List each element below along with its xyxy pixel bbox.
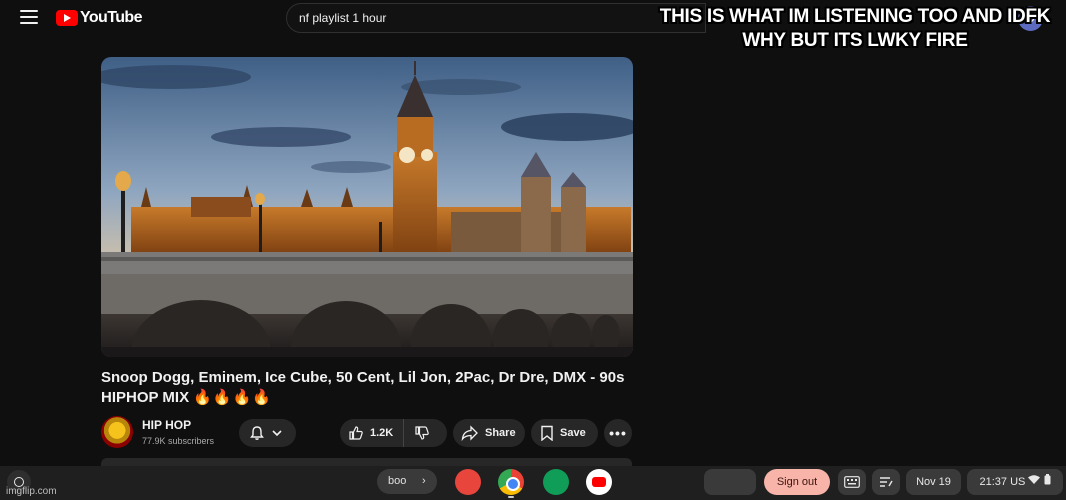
sign-out-button[interactable]: Sign out — [764, 469, 830, 495]
like-button[interactable]: 1.2K — [340, 419, 404, 447]
battery-icon — [1044, 474, 1050, 485]
more-icon: ••• — [609, 425, 627, 441]
chrome-app-icon[interactable] — [498, 469, 524, 495]
dislike-button[interactable] — [404, 419, 436, 447]
video-title-text: Snoop Dogg, Eminem, Ice Cube, 50 Cent, L… — [101, 369, 625, 406]
share-label: Share — [485, 427, 516, 439]
youtube-logo[interactable]: YouTube — [56, 9, 142, 27]
save-button[interactable]: Save — [531, 419, 598, 447]
bell-icon — [250, 426, 264, 440]
logo-text: YouTube — [80, 9, 142, 26]
like-count: 1.2K — [370, 427, 394, 439]
thumbs-up-icon — [349, 426, 363, 440]
youtube-logo-icon — [56, 10, 78, 26]
save-label: Save — [560, 427, 586, 439]
subscribed-bell-button[interactable] — [239, 419, 296, 447]
meme-caption: THIS IS WHAT IM LISTENING TOO AND IDFK W… — [659, 6, 1051, 51]
youtube-app-icon[interactable] — [586, 469, 612, 495]
notes-icon[interactable] — [872, 469, 900, 495]
date-display[interactable]: Nov 19 — [906, 469, 961, 495]
search-box[interactable]: nf playlist 1 hour × — [286, 3, 706, 33]
clock-time: 21:37 — [979, 476, 1008, 488]
wifi-icon — [1028, 475, 1041, 484]
share-icon — [461, 425, 478, 441]
shelf-search-pill[interactable]: boo › — [377, 469, 437, 494]
description-box-edge[interactable] — [101, 458, 632, 466]
imgflip-watermark: imgflip.com — [6, 486, 57, 497]
status-tray[interactable]: 21:37 US — [967, 469, 1063, 495]
classroom-app-icon[interactable] — [543, 469, 569, 495]
paint-app-icon[interactable] — [455, 469, 481, 495]
active-app-indicator — [508, 496, 514, 498]
menu-icon[interactable] — [20, 10, 38, 26]
like-dislike-group: 1.2K — [340, 419, 447, 447]
shelf-search-text: boo — [388, 475, 407, 487]
more-actions-button[interactable]: ••• — [604, 419, 632, 447]
channel-name[interactable]: HIP HOP — [142, 418, 191, 432]
keyboard-glyph — [844, 476, 860, 488]
channel-avatar[interactable] — [101, 416, 133, 448]
fire-emoji: 🔥🔥🔥🔥 — [193, 389, 272, 406]
subscriber-count: 77.9K subscribers — [142, 436, 215, 446]
tray-preview-thumbnail[interactable] — [704, 469, 756, 495]
notes-glyph — [880, 477, 893, 487]
keyboard-locale: US — [1010, 476, 1026, 488]
video-frame-illustration — [101, 57, 633, 357]
share-button[interactable]: Share — [453, 419, 525, 447]
bookmark-icon — [541, 425, 553, 441]
video-title: Snoop Dogg, Eminem, Ice Cube, 50 Cent, L… — [101, 368, 641, 408]
video-player[interactable] — [101, 57, 633, 357]
search-input[interactable]: nf playlist 1 hour — [299, 11, 386, 25]
chevron-right-icon: › — [422, 475, 426, 487]
chevron-down-icon — [272, 430, 282, 437]
thumbs-down-icon — [415, 426, 429, 440]
keyboard-icon[interactable] — [838, 469, 866, 495]
